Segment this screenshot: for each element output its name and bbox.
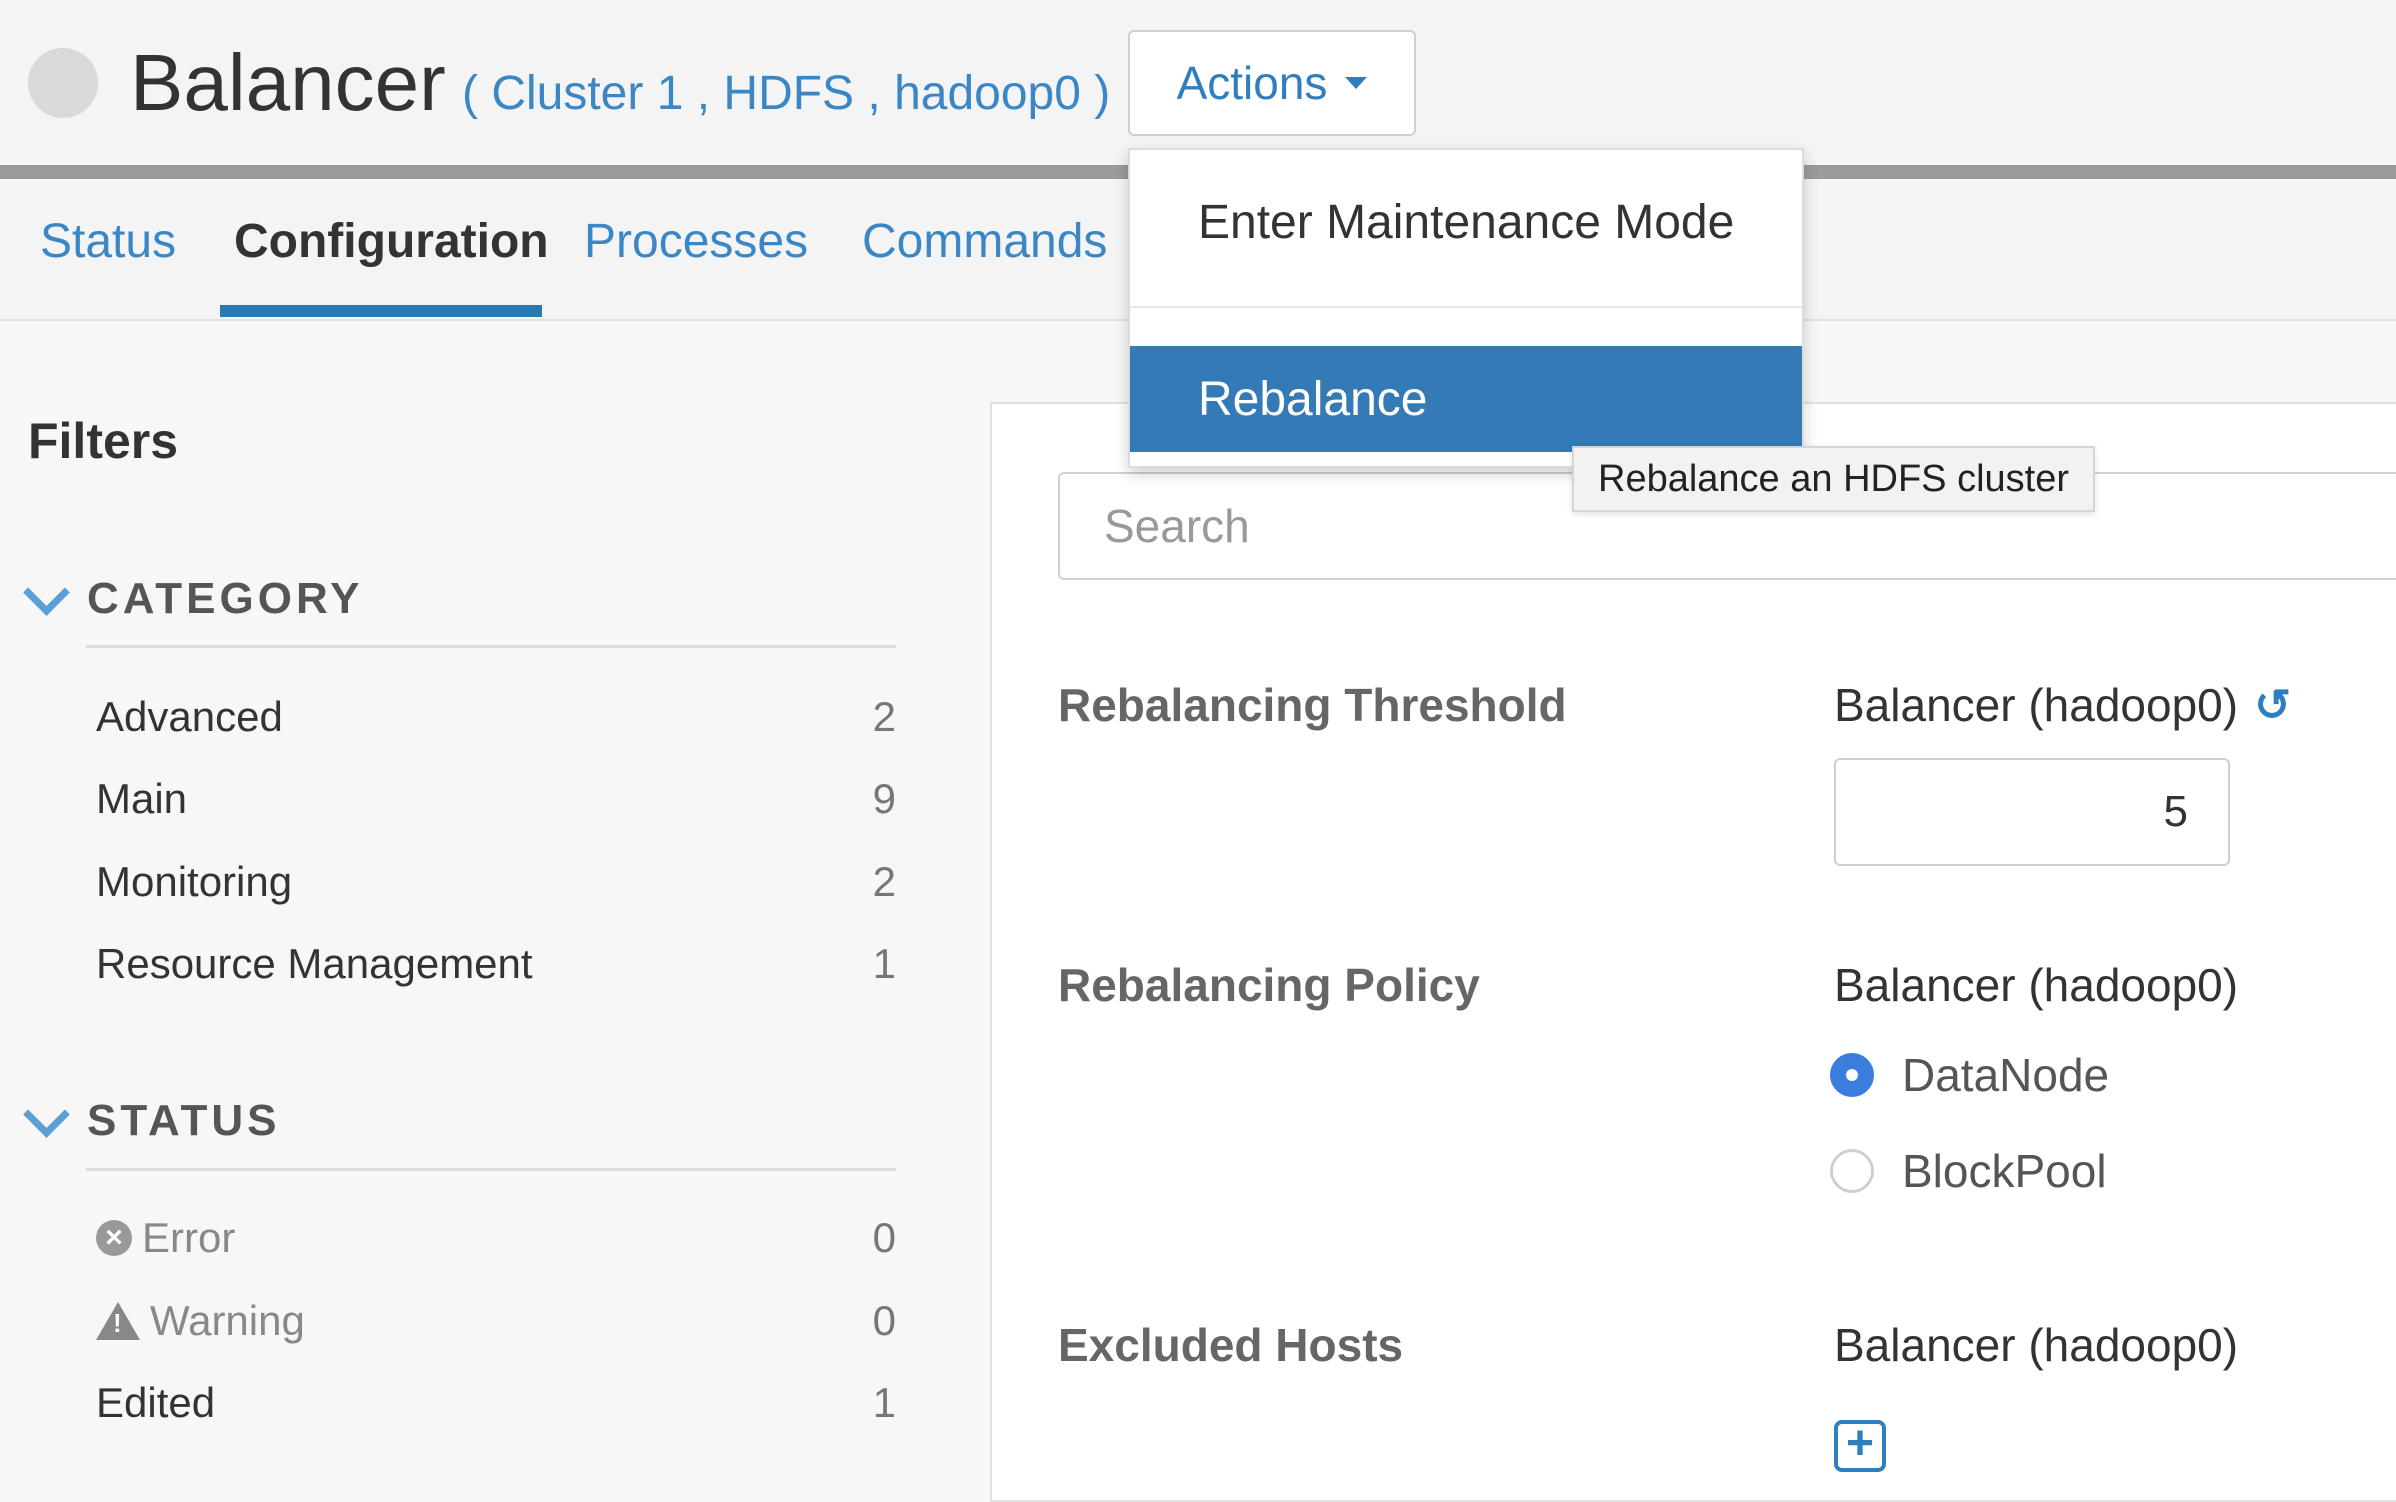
category-heading: CATEGORY <box>87 574 364 623</box>
filter-item-monitoring[interactable]: Monitoring 2 <box>96 852 896 912</box>
filter-count: 2 <box>872 858 896 905</box>
actions-button[interactable]: Actions <box>1128 30 1416 136</box>
filter-count: 1 <box>872 1379 896 1426</box>
category-divider <box>86 645 896 648</box>
menu-item-rebalance[interactable]: Rebalance <box>1130 346 1802 452</box>
warning-icon: ! <box>96 1302 140 1340</box>
tab-status[interactable]: Status <box>40 212 176 272</box>
rebalancing-threshold-input[interactable] <box>1834 758 2230 866</box>
tab-processes[interactable]: Processes <box>584 212 808 272</box>
add-host-icon[interactable]: + <box>1834 1420 1886 1472</box>
radio-unselected-icon[interactable] <box>1830 1149 1874 1193</box>
status-divider <box>86 1168 896 1171</box>
property-label-rebalancing-policy: Rebalancing Policy <box>1058 959 1480 1011</box>
breadcrumb[interactable]: ( Cluster 1 , HDFS , hadoop0 ) <box>462 64 1110 124</box>
filter-label: Warning <box>150 1297 305 1344</box>
radio-blockpool[interactable]: BlockPool <box>1830 1144 2107 1198</box>
property-label-rebalancing-threshold: Rebalancing Threshold <box>1058 679 1567 731</box>
actions-button-label: Actions <box>1176 57 1328 109</box>
menu-divider <box>1130 306 1802 308</box>
filter-label: Monitoring <box>96 858 293 905</box>
error-icon: × <box>96 1220 132 1256</box>
reset-icon[interactable]: ↺ <box>2254 680 2291 731</box>
filter-count: 1 <box>872 940 896 987</box>
filter-label: Resource Management <box>96 940 533 987</box>
property-scope: Balancer (hadoop0) <box>1834 1319 2239 1371</box>
filter-item-error[interactable]: × Error 0 <box>96 1208 896 1268</box>
filter-label: Edited <box>96 1379 216 1426</box>
status-heading: STATUS <box>87 1096 281 1145</box>
scope-label: Balancer (hadoop0) <box>1834 679 2239 731</box>
status-section-toggle[interactable]: STATUS <box>23 1090 281 1146</box>
filter-label: Error <box>142 1214 236 1261</box>
property-scope: Balancer (hadoop0) ↺ <box>1834 678 2291 732</box>
filter-count: 0 <box>872 1297 896 1344</box>
filter-label: Advanced <box>96 693 283 740</box>
caret-down-icon <box>1345 77 1368 89</box>
category-section-toggle[interactable]: CATEGORY <box>23 568 364 624</box>
active-tab-indicator <box>220 305 542 317</box>
radio-selected-icon[interactable] <box>1830 1053 1874 1097</box>
radio-label: BlockPool <box>1902 1145 2107 1197</box>
page-title: Balancer <box>130 38 446 127</box>
filter-item-advanced[interactable]: Advanced 2 <box>96 687 896 747</box>
property-label-excluded-hosts: Excluded Hosts <box>1058 1319 1404 1371</box>
filter-item-resource-management[interactable]: Resource Management 1 <box>96 934 896 994</box>
property-scope: Balancer (hadoop0) <box>1834 959 2239 1011</box>
filter-item-main[interactable]: Main 9 <box>96 769 896 829</box>
filter-count: 0 <box>872 1214 896 1261</box>
tab-commands[interactable]: Commands <box>862 212 1107 272</box>
role-status-icon <box>28 48 98 118</box>
radio-datanode[interactable]: DataNode <box>1830 1048 2109 1102</box>
menu-item-enter-maintenance-mode[interactable]: Enter Maintenance Mode <box>1130 172 1802 272</box>
chevron-down-icon <box>23 1090 70 1138</box>
chevron-down-icon <box>23 568 70 616</box>
filter-label: Main <box>96 775 188 822</box>
filter-item-warning[interactable]: ! Warning 0 <box>96 1291 896 1351</box>
tab-configuration[interactable]: Configuration <box>234 212 549 272</box>
filter-count: 2 <box>872 693 896 740</box>
filter-item-edited[interactable]: Edited 1 <box>96 1373 896 1433</box>
filters-title: Filters <box>28 413 179 469</box>
rebalance-tooltip: Rebalance an HDFS cluster <box>1572 446 2095 512</box>
filter-count: 9 <box>872 775 896 822</box>
radio-label: DataNode <box>1902 1049 2110 1101</box>
